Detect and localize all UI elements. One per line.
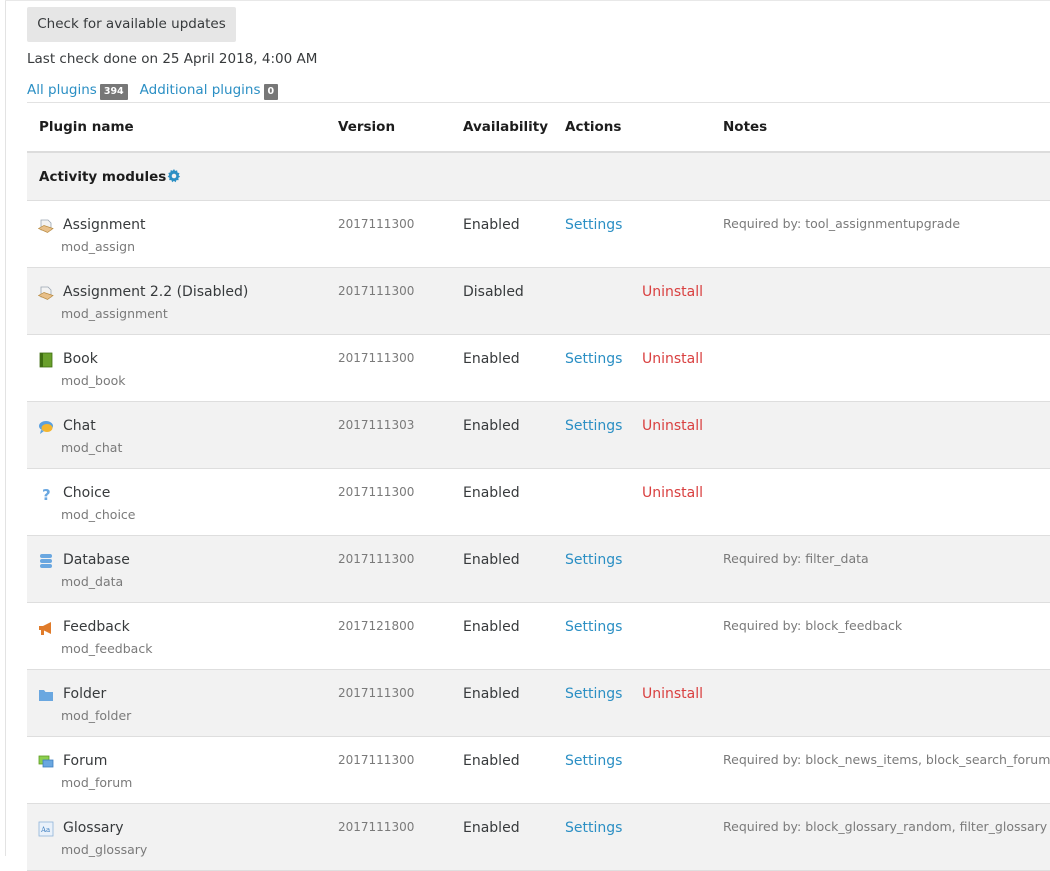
last-check-text: Last check done on 25 April 2018, 4:00 A… xyxy=(27,51,318,67)
plugin-filters: All plugins 394 Additional plugins 0 xyxy=(27,82,279,100)
plugin-component: mod_book xyxy=(61,373,126,388)
forum-icon xyxy=(38,754,54,770)
all-plugins-link[interactable]: All plugins xyxy=(27,82,97,98)
plugin-version: 2017111300 xyxy=(338,552,415,566)
additional-plugins-count-badge: 0 xyxy=(263,84,279,100)
uninstall-link[interactable]: Uninstall xyxy=(642,418,703,434)
table-row: Feedback mod_feedback 2017121800 Enabled Set… xyxy=(27,603,1050,670)
plugin-version: 2017111300 xyxy=(338,284,415,298)
plugin-name: Book xyxy=(63,351,98,367)
plugin-availability: Enabled xyxy=(463,619,520,635)
uninstall-link[interactable]: Uninstall xyxy=(642,351,703,367)
plugin-version: 2017111300 xyxy=(338,485,415,499)
plugin-component: mod_folder xyxy=(61,708,132,723)
table-row: Chat mod_chat 2017111303 Enabled Settings Uni… xyxy=(27,402,1050,469)
table-row: Aa Glossary mod_glossary 2017111300 Enabled S… xyxy=(27,804,1050,871)
plugin-name: Feedback xyxy=(63,619,130,635)
table-row: ? Choice mod_choice 2017111300 Enabled Uninst… xyxy=(27,469,1050,536)
plugin-availability: Enabled xyxy=(463,552,520,568)
plugin-notes: Required by: block_feedback xyxy=(723,618,903,633)
plugin-component: mod_assignment xyxy=(61,306,168,321)
plugin-name: Database xyxy=(63,552,130,568)
plugin-notes: Required by: block_news_items, block_sea… xyxy=(723,752,1050,767)
book-icon xyxy=(38,352,54,368)
plugin-name: Assignment xyxy=(63,217,146,233)
plugin-version: 2017121800 xyxy=(338,619,415,633)
plugin-notes: Required by: block_glossary_random, filt… xyxy=(723,819,1048,834)
plugin-component: mod_chat xyxy=(61,440,123,455)
question-mark-icon: ? xyxy=(38,486,54,504)
plugin-notes: Required by: filter_data xyxy=(723,551,869,566)
plugin-availability: Disabled xyxy=(463,284,524,300)
plugin-name: Chat xyxy=(63,418,96,434)
plugin-version: 2017111300 xyxy=(338,351,415,365)
table-row: Assignment 2.2 (Disabled) mod_assignment 2… xyxy=(27,268,1050,335)
plugin-availability: Enabled xyxy=(463,485,520,501)
plugin-name: Folder xyxy=(63,686,107,702)
plugin-availability: Enabled xyxy=(463,686,520,702)
table-row: Forum mod_forum 2017111300 Enabled Settings R… xyxy=(27,737,1050,804)
plugin-component: mod_forum xyxy=(61,775,133,790)
header-notes: Notes xyxy=(723,119,768,135)
plugin-availability: Enabled xyxy=(463,351,520,367)
header-plugin-name: Plugin name xyxy=(39,119,134,135)
section-activity-modules: Activity modules xyxy=(27,153,1050,201)
plugin-availability: Enabled xyxy=(463,418,520,434)
table-row: Book mod_book 2017111300 Enabled Settings Uni… xyxy=(27,335,1050,402)
plugin-version: 2017111300 xyxy=(338,820,415,834)
plugin-name: Assignment 2.2 (Disabled) xyxy=(63,284,249,300)
plugin-name: Forum xyxy=(63,753,108,769)
settings-link[interactable]: Settings xyxy=(565,619,622,635)
chat-icon xyxy=(38,419,54,435)
plugin-availability: Enabled xyxy=(463,217,520,233)
uninstall-link[interactable]: Uninstall xyxy=(642,686,703,702)
gear-icon[interactable] xyxy=(167,169,181,183)
all-plugins-count-badge: 394 xyxy=(99,84,128,100)
plugin-component: mod_feedback xyxy=(61,641,153,656)
plugin-component: mod_assign xyxy=(61,239,136,254)
section-title: Activity modules xyxy=(39,169,181,185)
database-icon xyxy=(38,553,54,569)
plugins-table: Plugin name Version Availability Actions… xyxy=(27,102,1050,871)
plugin-availability: Enabled xyxy=(463,820,520,836)
assignment-icon xyxy=(37,285,54,301)
settings-link[interactable]: Settings xyxy=(565,418,622,434)
plugin-version: 2017111300 xyxy=(338,753,415,767)
table-row: Folder mod_folder 2017111300 Enabled Setting… xyxy=(27,670,1050,737)
header-actions: Actions xyxy=(565,119,622,135)
check-updates-button[interactable]: Check for available updates xyxy=(27,7,236,42)
plugin-notes: Required by: tool_assignmentupgrade xyxy=(723,216,961,231)
table-row: Assignment mod_assign 2017111300 Enabled Set… xyxy=(27,201,1050,268)
table-header: Plugin name Version Availability Actions… xyxy=(27,102,1050,153)
uninstall-link[interactable]: Uninstall xyxy=(642,284,703,300)
plugin-name: Choice xyxy=(63,485,111,501)
plugin-version: 2017111303 xyxy=(338,418,415,432)
uninstall-link[interactable]: Uninstall xyxy=(642,485,703,501)
plugin-availability: Enabled xyxy=(463,753,520,769)
folder-icon xyxy=(38,687,54,703)
plugin-name: Glossary xyxy=(63,820,124,836)
plugin-version: 2017111300 xyxy=(338,686,415,700)
plugin-version: 2017111300 xyxy=(338,217,415,231)
settings-link[interactable]: Settings xyxy=(565,217,622,233)
plugin-component: mod_choice xyxy=(61,507,136,522)
svg-text:Aa: Aa xyxy=(40,826,50,834)
assignment-icon xyxy=(37,218,54,234)
plugin-component: mod_data xyxy=(61,574,124,589)
table-row: Database mod_data 2017111300 Enabled Setting… xyxy=(27,536,1050,603)
settings-link[interactable]: Settings xyxy=(565,686,622,702)
plugin-component: mod_glossary xyxy=(61,842,148,857)
header-availability: Availability xyxy=(463,119,549,135)
megaphone-icon xyxy=(38,620,54,636)
settings-link[interactable]: Settings xyxy=(565,820,622,836)
settings-link[interactable]: Settings xyxy=(565,552,622,568)
page-top-border xyxy=(5,0,1050,1)
header-version: Version xyxy=(338,119,396,135)
settings-link[interactable]: Settings xyxy=(565,753,622,769)
additional-plugins-link[interactable]: Additional plugins xyxy=(140,82,261,98)
settings-link[interactable]: Settings xyxy=(565,351,622,367)
page-left-border xyxy=(5,0,6,856)
svg-text:?: ? xyxy=(42,486,51,502)
glossary-icon: Aa xyxy=(38,821,54,837)
